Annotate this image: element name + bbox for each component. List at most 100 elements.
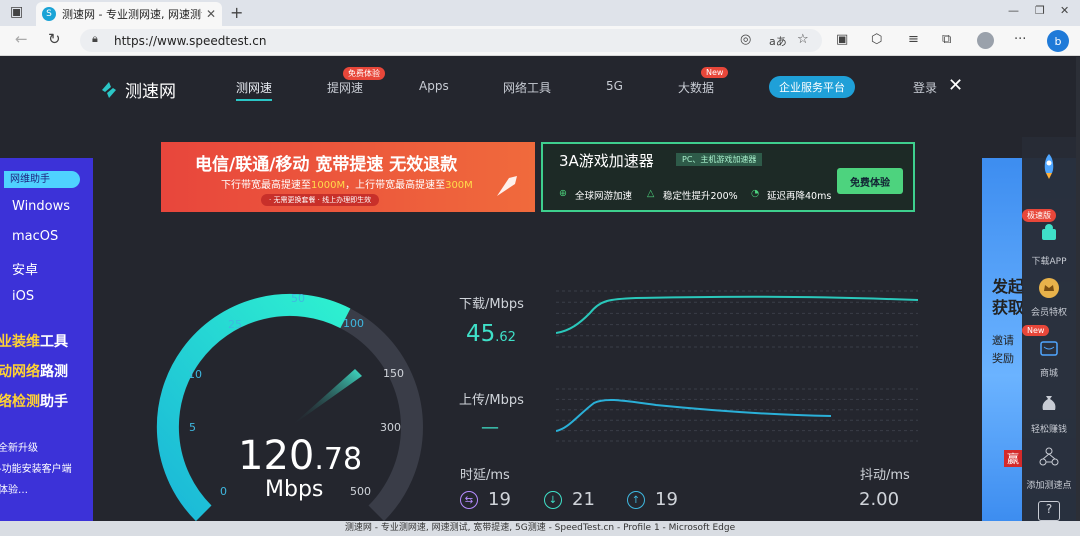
nav-5g[interactable]: 5G <box>606 79 623 93</box>
gauge-unit: Mbps <box>265 477 324 502</box>
gauge-value: 120.78 <box>238 433 363 479</box>
sidebar-member[interactable]: 会员特权 <box>1022 305 1076 318</box>
reading-mode-icon[interactable]: ▣ <box>836 32 848 47</box>
close-tab-icon[interactable]: ✕ <box>206 7 216 21</box>
sidebar-add-node[interactable]: 添加测速点 <box>1022 478 1076 491</box>
add-node-icon[interactable] <box>1039 447 1059 467</box>
triangle-icon: △ <box>647 188 655 199</box>
sidebar-download-app[interactable]: 下载APP <box>1022 254 1076 267</box>
login-link[interactable]: 登录 <box>913 79 937 96</box>
extensions-icon[interactable]: ⬡ <box>871 32 882 47</box>
os-macos[interactable]: macOS <box>12 229 58 244</box>
gauge-tick-25: 25 <box>228 318 242 331</box>
lock-icon[interactable]: 🔒︎ <box>92 32 98 46</box>
shop-icon[interactable] <box>1039 338 1059 358</box>
address-input[interactable]: https://www.speedtest.cn <box>80 29 822 52</box>
back-icon[interactable]: ← <box>15 30 28 48</box>
refresh-icon[interactable]: ↻ <box>48 30 61 48</box>
ad-free-trial-button[interactable]: 免费体验 <box>837 168 903 194</box>
new-tab-icon[interactable]: + <box>230 3 243 22</box>
jitter-value: 2.00 <box>859 489 900 510</box>
ad-feature-3: 延迟再降40ms <box>767 191 832 202</box>
left-tagline-3: 络检测助手 <box>0 394 68 410</box>
close-window-icon[interactable]: ✕ <box>1060 4 1069 17</box>
os-windows[interactable]: Windows <box>12 199 70 214</box>
profile-avatar[interactable] <box>977 32 994 49</box>
android-icon[interactable] <box>1039 223 1059 243</box>
minimize-icon[interactable]: — <box>1008 4 1019 17</box>
upload-value: — <box>481 417 499 438</box>
ad-feature-1: 全球网游加速 <box>575 191 633 202</box>
right-panel-title: 发起 获取 <box>992 277 1025 317</box>
nav-network-tools[interactable]: 网络工具 <box>503 79 551 96</box>
left-small-2: -功能安装客户端 <box>0 464 72 475</box>
ad-game-accelerator[interactable]: 3A游戏加速器 PC、主机游戏加速器 全球网游加速 稳定性提升200% 延迟再降… <box>541 142 915 212</box>
ad-left-headline: 电信/联通/移动 宽带提速 无效退款 <box>195 155 458 175</box>
favorites-icon[interactable]: ≡ <box>908 32 919 47</box>
left-small-3: 体验… <box>0 485 28 496</box>
gauge-tick-500: 500 <box>350 485 371 498</box>
url-text: https://www.speedtest.cn <box>114 33 267 48</box>
nav-boost[interactable]: 提网速 <box>327 79 363 96</box>
left-panel-header: 网维助手 <box>4 171 80 188</box>
help-icon[interactable]: ? <box>1038 501 1060 521</box>
rocket-top-icon[interactable] <box>1034 151 1064 181</box>
download-value: 45.62 <box>466 321 516 347</box>
download-app-badge: 极速版 <box>1022 209 1056 222</box>
upload-chart-grid <box>556 388 918 442</box>
ad-right-tag: PC、主机游戏加速器 <box>676 153 763 166</box>
nav-bigdata[interactable]: 大数据 <box>678 79 714 96</box>
left-tagline-1: 业装维工具 <box>0 334 68 350</box>
download-latency-icon: ↓ <box>544 491 562 509</box>
download-label: 下载/Mbps <box>459 297 524 312</box>
upload-label: 上传/Mbps <box>459 393 524 408</box>
browser-tab[interactable]: S 测速网 - 专业测网速, 网速测试 ✕ <box>36 2 222 26</box>
nav-speedtest[interactable]: 测网速 <box>236 79 273 101</box>
collections-icon[interactable]: ⧉ <box>942 32 951 47</box>
gauge-tick-10: 10 <box>188 368 202 381</box>
left-ad-panel[interactable]: 网维助手 Windows macOS 安卓 iOS 业装维工具 动网络路测 络检… <box>0 158 93 521</box>
left-tagline-2: 动网络路测 <box>0 364 68 380</box>
logo-text: 测速网 <box>125 82 176 102</box>
latency-label: 时延/ms <box>460 468 510 483</box>
restore-icon[interactable]: ❐ <box>1035 4 1045 17</box>
tab-title: 测速网 - 专业测网速, 网速测试 <box>62 8 202 21</box>
gauge-tick-50: 50 <box>291 292 305 305</box>
latency-download: 21 <box>572 489 595 510</box>
os-ios[interactable]: iOS <box>12 289 34 304</box>
mall-badge: New <box>1022 325 1050 336</box>
money-bag-icon[interactable] <box>1039 393 1059 413</box>
site-logo[interactable]: 测速网 <box>98 77 176 102</box>
latency-ping: 19 <box>488 489 511 510</box>
location-icon[interactable]: ◎ <box>740 32 751 47</box>
rocket-icon <box>497 176 517 196</box>
more-icon[interactable]: ··· <box>1014 32 1026 47</box>
os-android[interactable]: 安卓 <box>12 259 38 278</box>
floating-sidebar: 极速版 下载APP 会员特权 New 商城 轻松赚钱 添加测速点 ? <box>1022 137 1076 521</box>
ad-left-pill: · 无需更换套餐 · 线上办理即生效 <box>261 194 380 206</box>
globe-icon: ⊕ <box>559 188 567 199</box>
page-scrollbar[interactable] <box>1076 57 1080 521</box>
favorite-add-icon[interactable]: ☆ <box>797 32 809 47</box>
gauge-tick-300: 300 <box>380 421 401 434</box>
ad-left-subline: 下行带宽最高提速至1000M，上行带宽最高提速至300M <box>221 180 473 191</box>
upload-latency-icon: ↑ <box>627 491 645 509</box>
tab-actions-icon[interactable]: ▣ <box>10 4 23 20</box>
sidebar-earn[interactable]: 轻松赚钱 <box>1022 422 1076 435</box>
read-aloud-icon[interactable]: aあ <box>769 33 787 49</box>
crown-icon[interactable] <box>1039 278 1059 298</box>
gauge-tick-150: 150 <box>383 367 404 380</box>
speed-charts <box>556 290 918 442</box>
close-icon[interactable]: ✕ <box>948 75 963 96</box>
gauge-tick-5: 5 <box>189 421 196 434</box>
sidebar-mall[interactable]: 商城 <box>1022 366 1076 379</box>
clock-icon: ◔ <box>751 188 760 199</box>
ad-broadband-boost[interactable]: 电信/联通/移动 宽带提速 无效退款 下行带宽最高提速至1000M，上行带宽最高… <box>161 142 535 212</box>
nav-apps[interactable]: Apps <box>419 79 449 93</box>
ad-feature-2: 稳定性提升200% <box>663 191 738 202</box>
enterprise-button[interactable]: 企业服务平台 <box>769 76 855 98</box>
gauge-tick-100: 100 <box>343 317 364 330</box>
ad-right-headline: 3A游戏加速器 <box>559 152 654 170</box>
site-favicon-icon: S <box>42 7 56 21</box>
bing-icon[interactable]: b <box>1047 30 1069 52</box>
